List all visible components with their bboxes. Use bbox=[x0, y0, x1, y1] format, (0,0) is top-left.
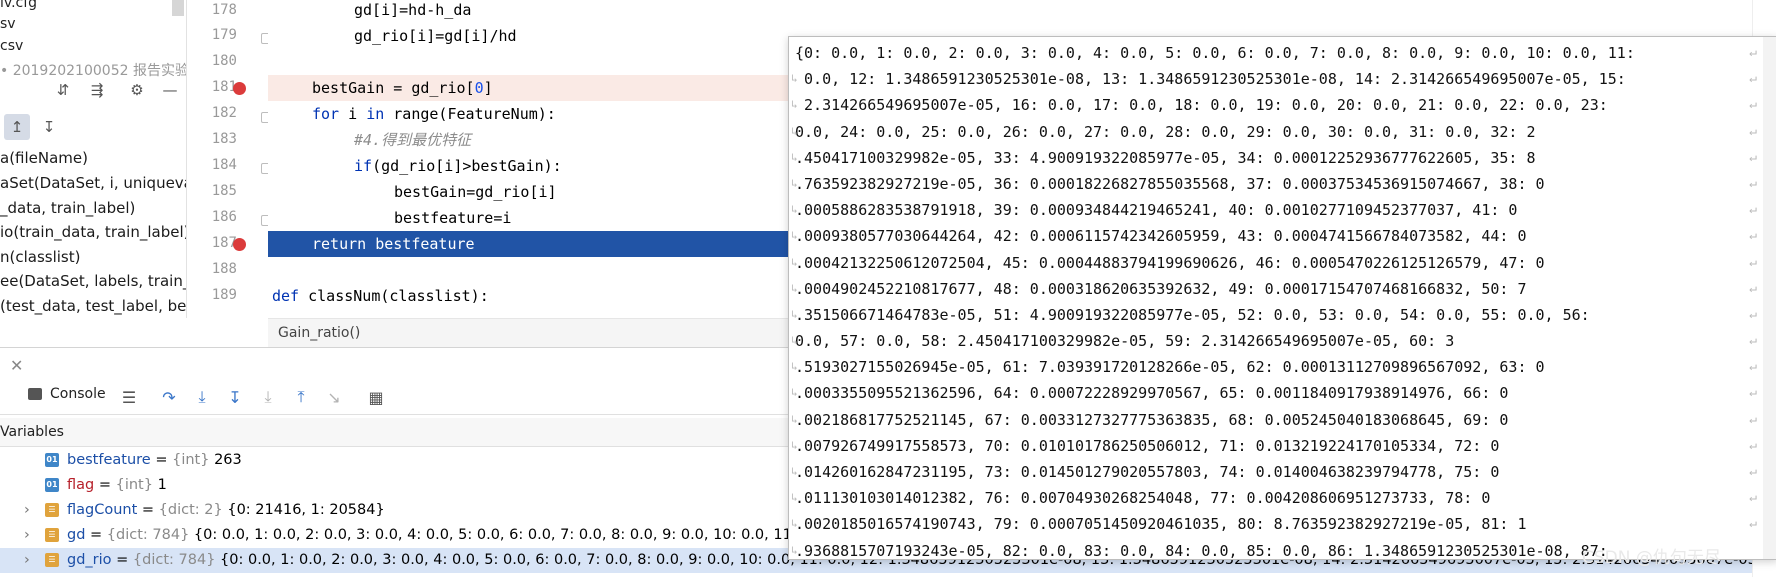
sort-alpha-icon[interactable]: ↥ bbox=[4, 114, 30, 140]
line-number: 182 bbox=[211, 105, 237, 121]
value-popup-text: {0: 0.0, 1: 0.0, 2: 0.0, 3: 0.0, 4: 0.0,… bbox=[791, 40, 1757, 559]
line-number: 186 bbox=[211, 209, 237, 225]
popup-line: ↳ 0.0, 57: 0.0, 58: 2.450417100329982e-05… bbox=[791, 332, 1757, 351]
line-number: 184 bbox=[211, 157, 237, 173]
expand-all-icon[interactable]: ⇵ bbox=[50, 77, 76, 103]
project-panel: iv.cfg sv csv • 2019202100052 报告实验 ⇵ ⇶ ⚙… bbox=[0, 0, 187, 318]
popup-line: ↳ .0004213225061207250​4, 45: 0.000448837… bbox=[791, 253, 1757, 272]
popup-scrollbar[interactable] bbox=[1763, 37, 1776, 559]
file-item[interactable]: csv bbox=[0, 38, 23, 54]
structure-item[interactable]: aSet(DataSet, i, uniquevalu bbox=[0, 174, 186, 192]
show-execution-point-icon[interactable]: ☰ bbox=[118, 386, 140, 408]
breadcrumb[interactable]: Gain_ratio() bbox=[268, 318, 798, 347]
tab-console[interactable]: Console bbox=[28, 386, 106, 402]
popup-line: ↳ .014260162847231195, 73: 0.014501279020… bbox=[791, 463, 1757, 481]
gear-icon[interactable]: ⚙ bbox=[124, 77, 150, 103]
line-number: 188 bbox=[211, 261, 237, 277]
expand-arrow-icon[interactable]: › bbox=[24, 498, 30, 523]
popup-line: ↳ .0005886283538791918, 39: 0.00093484421… bbox=[791, 201, 1757, 220]
dict-type-icon: ☰ bbox=[45, 553, 59, 567]
code-line: gd[i]=hd-h_da bbox=[354, 1, 472, 19]
popup-line: {0: 0.0, 1: 0.0, 2: 0.0, 3: 0.0, 4: 0.0,… bbox=[795, 44, 1757, 62]
run-to-cursor-icon[interactable]: ↘ bbox=[323, 386, 345, 408]
watermark: CSDN @仇句无尽 bbox=[1582, 548, 1721, 568]
popup-line: ↳ .002186817752521145, 67: 0.003312732777… bbox=[791, 410, 1757, 429]
file-item[interactable]: iv.cfg bbox=[0, 0, 37, 11]
sort-visibility-icon[interactable]: ↧ bbox=[36, 114, 62, 140]
line-number: 183 bbox=[211, 131, 237, 147]
popup-line: ↳ 0.0, 12: 1.3486591230525301e-08, 13: 1… bbox=[791, 70, 1757, 89]
step-over-icon[interactable]: ↷ bbox=[158, 386, 180, 408]
breakpoint-icon[interactable] bbox=[233, 82, 246, 95]
popup-line: ↳ .763592382927219e-05, 36: 0.00018226827… bbox=[791, 174, 1757, 193]
minimize-icon[interactable]: — bbox=[157, 77, 183, 103]
structure-item[interactable]: a(fileName) bbox=[0, 149, 88, 167]
popup-line: ↳ 2.314266549695007e-05, 16: 0.0, 17: 0.… bbox=[791, 96, 1757, 115]
dict-type-icon: ☰ bbox=[45, 503, 59, 517]
structure-item[interactable]: n(classlist) bbox=[0, 248, 80, 266]
popup-line: ↳ 0.0, 24: 0.0, 25: 0.0, 26: 0.0, 27: 0.0… bbox=[791, 122, 1757, 141]
popup-line: ↳ .0009380577030644264, 42: 0.00061157423… bbox=[791, 227, 1757, 246]
tree-scrollbar[interactable] bbox=[172, 0, 184, 16]
popup-line: ↳ .0004902452210817677, 48: 0.00031862063… bbox=[791, 279, 1757, 298]
line-number: 185 bbox=[211, 183, 237, 199]
expand-arrow-icon[interactable]: › bbox=[24, 523, 30, 548]
structure-item[interactable]: (test_data, test_label, best bbox=[0, 297, 186, 315]
line-number: 187 bbox=[211, 235, 237, 251]
line-number: 179 bbox=[211, 27, 237, 43]
collapse-all-icon[interactable]: ⇶ bbox=[84, 77, 110, 103]
value-popup[interactable]: {0: 0.0, 1: 0.0, 2: 0.0, 3: 0.0, 4: 0.0,… bbox=[788, 36, 1776, 560]
popup-line: ↳ .0020185016574190743, 79: 0.00070514509… bbox=[791, 515, 1757, 534]
line-number: 181 bbox=[211, 79, 237, 95]
dict-type-icon: ☰ bbox=[45, 528, 59, 542]
expand-arrow-icon[interactable]: › bbox=[24, 548, 30, 573]
line-number: 180 bbox=[211, 53, 237, 69]
popup-line: ↳ .450417100329982e-05, 33: 4.90091932208… bbox=[791, 148, 1757, 167]
popup-line: ↳ .0003355095521362596, 64: 0.00072228929… bbox=[791, 384, 1757, 403]
step-out-icon[interactable]: ⤒ bbox=[290, 386, 312, 408]
variables-title: Variables bbox=[0, 424, 64, 440]
int-type-icon: 01 bbox=[45, 453, 59, 467]
popup-line: ↳ .011130103014012382, 76: 0.007049302682… bbox=[791, 489, 1757, 508]
close-icon[interactable]: ✕ bbox=[10, 356, 23, 375]
line-number: 189 bbox=[211, 287, 237, 303]
structure-item[interactable]: io(train_data, train_label) bbox=[0, 223, 186, 241]
editor-gutter: 178 179 180 181 182 183 184 185 186 187 … bbox=[187, 0, 267, 318]
popup-line: ↳ .5193027155026945e-05, 61: 7.0393917201… bbox=[791, 358, 1757, 377]
popup-line: ↳ .007926749917558573, 70: 0.010101786250… bbox=[791, 436, 1757, 455]
breakpoint-icon[interactable] bbox=[233, 238, 246, 251]
evaluate-expression-icon[interactable]: ▦ bbox=[365, 386, 387, 408]
step-into-my-code-icon[interactable]: ↧ bbox=[224, 386, 246, 408]
structure-toolbar: ⇵ ⇶ ⚙ — ↥ ↧ bbox=[0, 74, 186, 140]
force-step-into-icon[interactable]: ⤓ bbox=[257, 386, 279, 408]
line-number: 178 bbox=[211, 2, 237, 18]
structure-item[interactable]: _data, train_label) bbox=[0, 199, 135, 217]
popup-line: ↳ .351506671464783e-05, 51: 4.90091932208… bbox=[791, 305, 1757, 324]
structure-item[interactable]: ee(DataSet, labels, train_la bbox=[0, 272, 186, 290]
int-type-icon: 01 bbox=[45, 478, 59, 492]
file-item[interactable]: sv bbox=[0, 16, 16, 32]
console-icon bbox=[28, 388, 42, 400]
step-into-icon[interactable]: ⤓ bbox=[191, 386, 213, 408]
